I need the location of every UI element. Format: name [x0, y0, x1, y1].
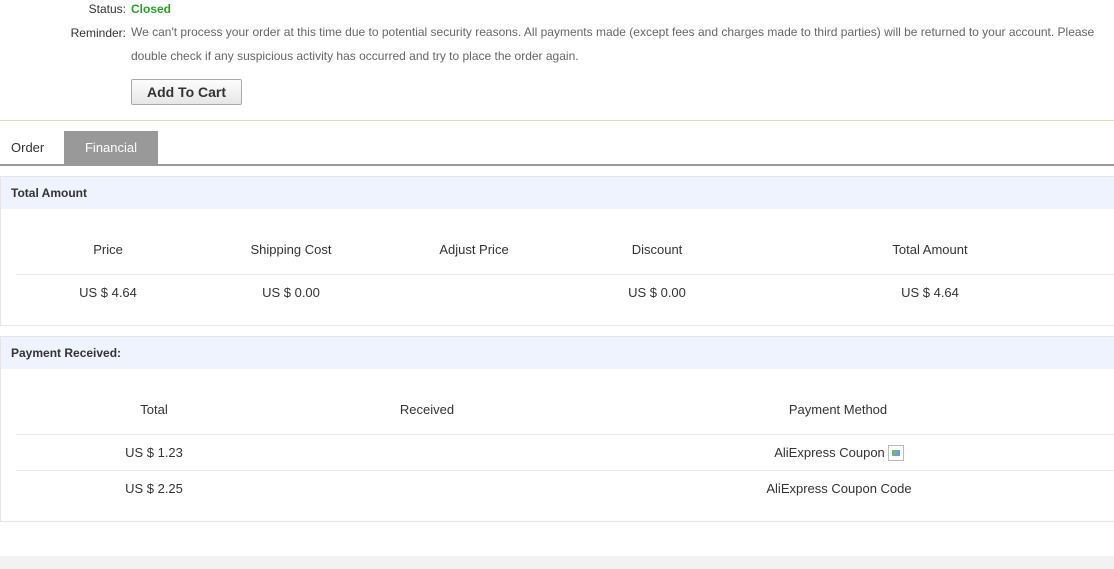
price-value: US $ 4.64: [79, 285, 137, 300]
add-to-cart-button[interactable]: Add To Cart: [131, 79, 242, 105]
header-price: Price: [93, 242, 123, 257]
section-divider: [0, 120, 1114, 121]
order-tabs: Order Financial: [0, 131, 1114, 166]
payment-method: AliExpress Coupon Code: [766, 481, 912, 496]
header-adjust-price: Adjust Price: [439, 242, 509, 257]
status-label: Status:: [88, 2, 126, 16]
header-total: Total: [140, 402, 168, 417]
tab-order[interactable]: Order: [0, 131, 56, 164]
header-shipping-cost: Shipping Cost: [250, 242, 332, 257]
broken-image-icon: [887, 444, 904, 461]
reminder-label: Reminder:: [70, 26, 126, 40]
header-payment-method: Payment Method: [788, 402, 888, 417]
reminder-text: We can't process your order at this time…: [131, 25, 1095, 63]
tab-financial[interactable]: Financial: [64, 131, 158, 164]
total-amount-value: US $ 4.64: [901, 285, 959, 300]
payment-method-cell: AliExpress Coupon: [689, 444, 989, 462]
table-divider: [16, 434, 1114, 435]
header-total-amount: Total Amount: [892, 242, 968, 257]
payment-total: US $ 2.25: [125, 481, 183, 496]
discount-value: US $ 0.00: [628, 285, 686, 300]
footer-strip: [0, 556, 1114, 569]
header-received: Received: [399, 402, 455, 417]
shipping-cost-value: US $ 0.00: [262, 285, 320, 300]
row-divider: [16, 470, 1114, 471]
payment-received-title: Payment Received:: [1, 337, 1114, 369]
table-divider: [16, 274, 1114, 275]
payment-method: AliExpress Coupon: [774, 445, 885, 460]
header-discount: Discount: [631, 242, 683, 257]
payment-received-panel: Payment Received: Total Received Payment…: [0, 336, 1114, 522]
status-value: Closed: [131, 2, 172, 16]
total-amount-title: Total Amount: [1, 177, 1114, 209]
total-amount-panel: Total Amount Price Shipping Cost Adjust …: [0, 176, 1114, 326]
payment-total: US $ 1.23: [125, 445, 183, 460]
